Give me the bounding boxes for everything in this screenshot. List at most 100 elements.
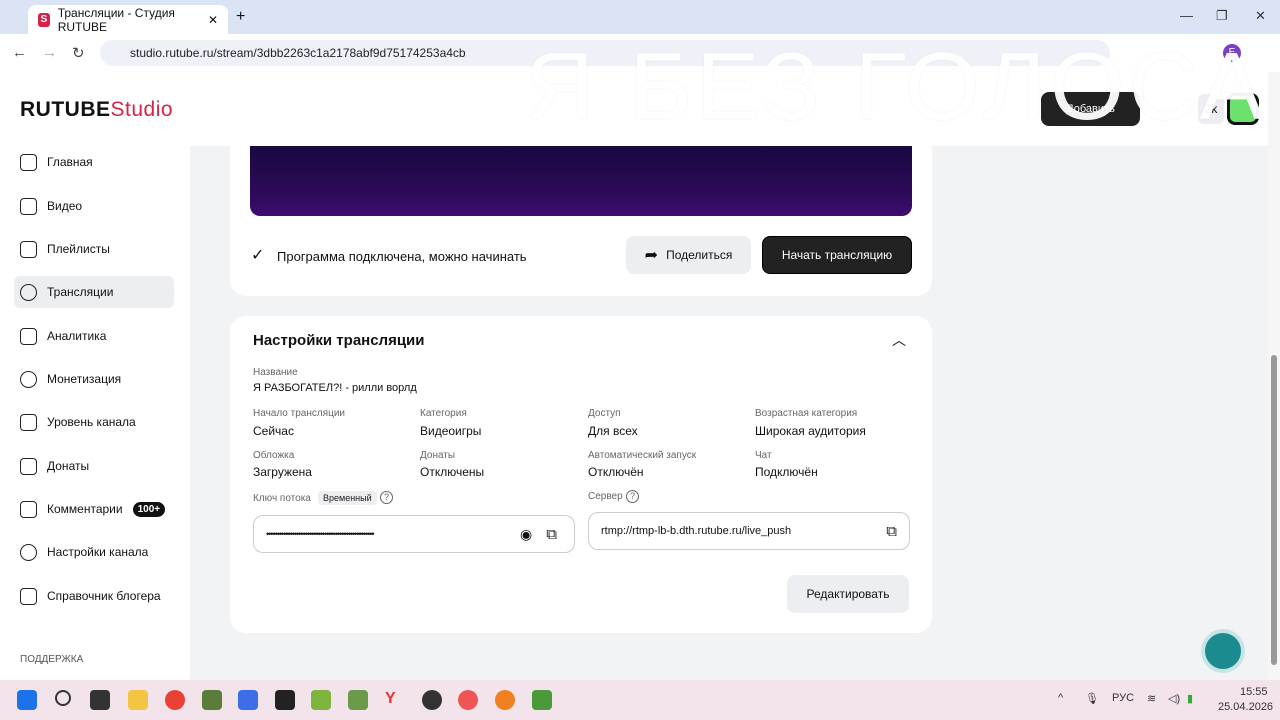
- sidebar-item-video[interactable]: Видео: [14, 190, 174, 222]
- sidebar: Главная Видео Плейлисты Трансляции Анали…: [0, 146, 190, 680]
- stream-key-field[interactable]: ••••••••••••••••••••••••••••••••••••••••…: [253, 515, 575, 553]
- back-icon[interactable]: ←: [12, 44, 27, 61]
- sidebar-item-label: Монетизация: [47, 372, 122, 386]
- field-value: Широкая аудитория: [755, 424, 866, 438]
- sidebar-item-label: Настройки канала: [47, 545, 149, 559]
- app-icon[interactable]: [348, 690, 368, 710]
- field-value: Отключены: [420, 465, 485, 479]
- start-icon[interactable]: [17, 690, 37, 710]
- sidebar-item-analytics[interactable]: Аналитика: [14, 320, 174, 352]
- sidebar-item-label: Аналитика: [47, 329, 107, 343]
- close-tab-icon[interactable]: ✕: [208, 13, 218, 27]
- field-label: Автоматический запуск: [588, 450, 697, 461]
- edit-button[interactable]: Редактировать: [787, 575, 909, 613]
- start-broadcast-button[interactable]: Начать трансляцию: [762, 236, 912, 274]
- field-value: Отключён: [588, 465, 644, 479]
- browser-tab-bar: S Трансляции - Студия RUTUBE ✕ + — ❐ ✕: [0, 0, 1280, 34]
- server-label: Сервер: [588, 491, 623, 502]
- search-icon[interactable]: [55, 690, 71, 706]
- share-button[interactable]: ➦ Поделиться: [626, 236, 751, 274]
- comments-badge: 100+: [132, 501, 166, 517]
- logo-studio: Studio: [110, 98, 174, 121]
- app-icon[interactable]: [532, 690, 552, 710]
- field-label: Возрастная категория: [755, 408, 858, 419]
- app-icon[interactable]: [495, 690, 515, 710]
- copy-icon[interactable]: ⧉: [546, 526, 557, 543]
- add-button[interactable]: Добавить: [1041, 92, 1140, 126]
- browser-tab[interactable]: S Трансляции - Студия RUTUBE ✕: [28, 5, 228, 34]
- wifi-icon[interactable]: ≋: [1147, 692, 1156, 705]
- video-icon: [20, 197, 37, 215]
- book-icon: [20, 587, 37, 605]
- volume-icon[interactable]: ◁): [1168, 692, 1180, 705]
- reload-icon[interactable]: ↻: [72, 44, 85, 62]
- chrome-icon[interactable]: [165, 690, 185, 710]
- field-value: Для всех: [588, 424, 638, 438]
- logo-main: RUTUBE: [20, 98, 111, 121]
- comment-icon: [20, 500, 37, 518]
- rutube-studio-logo[interactable]: RUTUBEStudio: [20, 98, 173, 122]
- help-icon[interactable]: ?: [626, 490, 639, 503]
- settings-title: Настройки трансляции: [253, 332, 425, 349]
- stream-key-value: ••••••••••••••••••••••••••••••••••••••••…: [266, 529, 375, 539]
- sidebar-item-label: Плейлисты: [47, 242, 110, 256]
- copy-icon[interactable]: ⧉: [886, 523, 897, 540]
- user-avatar[interactable]: [1227, 93, 1259, 125]
- share-label: Поделиться: [666, 248, 733, 262]
- support-link[interactable]: ПОДДЕРЖКА: [20, 654, 83, 665]
- server-field[interactable]: rtmp://rtmp-lb-b.dth.rutube.ru/live_push…: [588, 512, 910, 550]
- sidebar-item-home[interactable]: Главная: [14, 146, 174, 178]
- profile-avatar[interactable]: E: [1223, 44, 1241, 62]
- app-icon[interactable]: [311, 690, 331, 710]
- sidebar-item-label: Видео: [47, 199, 83, 213]
- minimize-button[interactable]: —: [1180, 8, 1193, 23]
- app-icon[interactable]: [458, 690, 478, 710]
- url-input[interactable]: studio.rutube.ru/stream/3dbb2263c1a2178a…: [100, 40, 1110, 66]
- stream-key-label: Ключ потока: [253, 493, 311, 504]
- home-icon: [20, 153, 37, 171]
- minecraft-icon[interactable]: [202, 690, 222, 710]
- chevron-up-icon[interactable]: ︿: [892, 330, 906, 350]
- sidebar-item-comments[interactable]: Комментарии 100+: [14, 493, 174, 525]
- restore-button[interactable]: ❐: [1216, 8, 1228, 24]
- roblox-icon[interactable]: [275, 690, 295, 710]
- sidebar-item-label: Донаты: [47, 459, 90, 473]
- microphone-icon[interactable]: 🎙: [1085, 692, 1099, 705]
- help-icon[interactable]: ?: [380, 491, 393, 504]
- field-label: Доступ: [588, 408, 621, 419]
- eye-icon[interactable]: ◉: [520, 526, 532, 543]
- language-indicator[interactable]: РУС: [1112, 692, 1134, 704]
- forward-icon[interactable]: →: [42, 44, 57, 61]
- battery-icon[interactable]: ▮: [1187, 692, 1193, 705]
- field-label: Начало трансляции: [253, 408, 345, 419]
- tray-chevron-icon[interactable]: ^: [1058, 692, 1063, 704]
- sidebar-item-playlists[interactable]: Плейлисты: [14, 233, 174, 265]
- sidebar-item-broadcasts[interactable]: Трансляции: [14, 276, 174, 308]
- task-view-icon[interactable]: [90, 690, 110, 710]
- field-label: Донаты: [420, 450, 456, 461]
- field-label: Обложка: [253, 450, 295, 461]
- app-icon[interactable]: [238, 690, 258, 710]
- clock-date[interactable]: 25.04.2026: [1218, 701, 1273, 713]
- support-chat-button[interactable]: [1201, 629, 1245, 673]
- close-window-button[interactable]: ✕: [1255, 8, 1266, 24]
- sidebar-item-monetization[interactable]: Монетизация: [14, 363, 174, 395]
- clock-time[interactable]: 15:55: [1240, 686, 1268, 698]
- new-tab-button[interactable]: +: [236, 8, 245, 26]
- sidebar-item-label: Трансляции: [47, 285, 114, 299]
- tab-title: Трансляции - Студия RUTUBE: [57, 5, 175, 34]
- sidebar-item-channel-level[interactable]: Уровень канала: [14, 406, 174, 438]
- sidebar-item-donations[interactable]: Донаты: [14, 450, 174, 482]
- file-explorer-icon[interactable]: [128, 690, 148, 710]
- playlist-icon: [20, 240, 37, 258]
- obs-icon[interactable]: [422, 690, 442, 710]
- scrollbar-thumb[interactable]: [1271, 355, 1277, 665]
- sidebar-item-blogger-guide[interactable]: Справочник блогера: [14, 580, 174, 612]
- yandex-icon[interactable]: Y: [385, 690, 405, 710]
- money-icon: [20, 370, 37, 388]
- check-icon: ✓: [251, 247, 265, 264]
- name-value: Я РАЗБОГАТЕЛ?! - рилли ворлд: [253, 382, 417, 394]
- field-label: Категория: [420, 408, 467, 419]
- sidebar-item-channel-settings[interactable]: Настройки канала: [14, 536, 174, 568]
- field-value: Видеоигры: [420, 424, 482, 438]
